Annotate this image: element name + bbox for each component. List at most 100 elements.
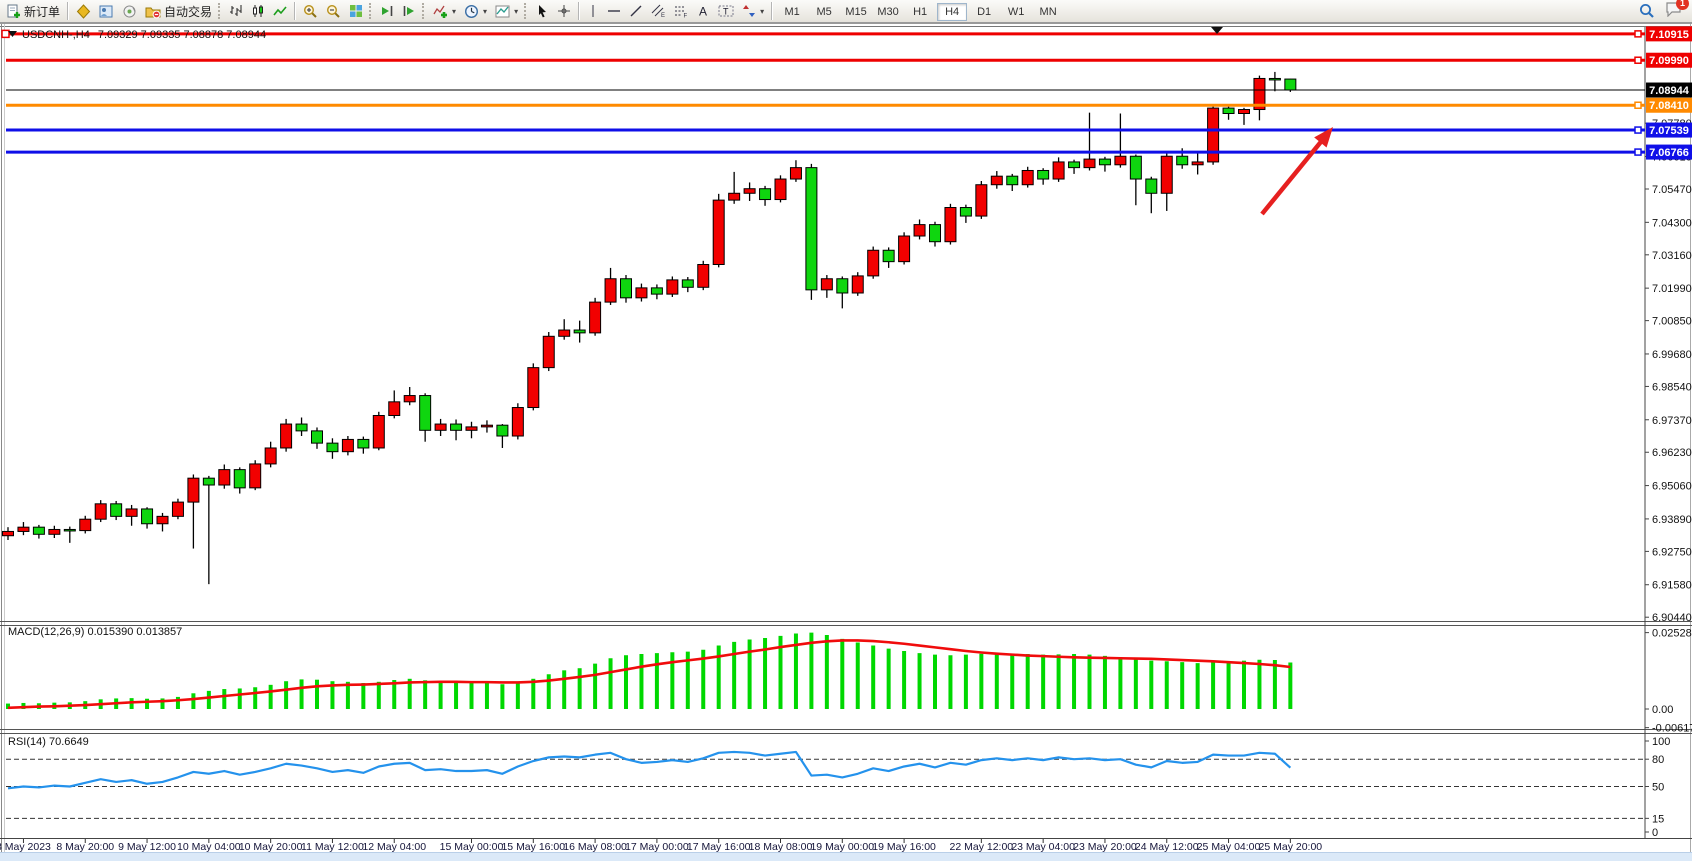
- price-axis-label: 7.00850: [1652, 316, 1692, 328]
- toolbar-separator: [294, 2, 296, 20]
- line-handle[interactable]: [1635, 149, 1641, 155]
- zoom-in-button[interactable]: [299, 1, 322, 21]
- rsi-axis-label: 50: [1652, 782, 1664, 794]
- candle-body: [64, 529, 75, 531]
- price-axis-label: 6.92750: [1652, 546, 1692, 558]
- timeframe-button-h1[interactable]: H1: [905, 3, 935, 21]
- candle-body: [296, 424, 307, 431]
- tile-windows-button[interactable]: [345, 1, 367, 21]
- tile-windows-icon: [349, 4, 363, 18]
- fibonacci-button[interactable]: F: [670, 1, 693, 21]
- arrows-icon: [742, 4, 756, 18]
- price-axis-label: 7.05470: [1652, 184, 1692, 196]
- macd-axis-label: 0.00: [1652, 704, 1673, 716]
- candle-body: [234, 470, 245, 488]
- candle-body: [420, 396, 431, 431]
- new-order-button[interactable]: 新订单: [2, 1, 64, 21]
- auto-scroll-button[interactable]: [398, 1, 420, 21]
- line-handle[interactable]: [1635, 31, 1641, 37]
- candle-body: [1053, 162, 1064, 179]
- candle-body: [95, 504, 106, 519]
- timeframe-button-m30[interactable]: M30: [873, 3, 903, 21]
- candle-body: [729, 193, 740, 200]
- price-axis-label: 6.97370: [1652, 415, 1692, 427]
- rsi-axis-label: 15: [1652, 813, 1664, 825]
- auto-scroll-icon: [402, 4, 416, 18]
- candle-body: [821, 279, 832, 290]
- zoom-out-button[interactable]: [322, 1, 345, 21]
- chart-shift-button[interactable]: [376, 1, 398, 21]
- cursor-button[interactable]: [531, 1, 553, 21]
- candle-body: [1099, 159, 1110, 165]
- candle-body: [3, 531, 14, 535]
- candle-body: [744, 189, 755, 194]
- data-window-button[interactable]: [95, 1, 118, 21]
- indicators-icon: [433, 4, 448, 19]
- candlestick-chart-button[interactable]: [247, 1, 269, 21]
- timeframe-button-mn[interactable]: MN: [1033, 3, 1063, 21]
- autotrading-button[interactable]: 自动交易: [141, 1, 216, 21]
- chart-canvas[interactable]: 7.077807.066107.054707.043007.031607.019…: [0, 0, 1692, 861]
- search-button[interactable]: [1635, 1, 1659, 21]
- symbols-button[interactable]: [72, 1, 95, 21]
- price-axis-label: 6.95060: [1652, 481, 1692, 493]
- timeframe-button-m5[interactable]: M5: [809, 3, 839, 21]
- trendline-button[interactable]: [625, 1, 647, 21]
- price-axis-label: 7.04300: [1652, 217, 1692, 229]
- timeframe-button-w1[interactable]: W1: [1001, 3, 1031, 21]
- timeframe-button-m1[interactable]: M1: [777, 3, 807, 21]
- line-handle[interactable]: [1635, 127, 1641, 133]
- macd-axis-label: 0.025284: [1652, 628, 1692, 640]
- candle-body: [389, 402, 400, 416]
- new-order-icon: [6, 4, 21, 19]
- horizontal-line-button[interactable]: [603, 1, 625, 21]
- periods-button[interactable]: ▾: [460, 1, 491, 21]
- candle-body: [1084, 159, 1095, 168]
- line-chart-icon: [273, 4, 287, 18]
- candle-body: [760, 189, 771, 200]
- candle-body: [960, 208, 971, 217]
- candle-body: [883, 250, 894, 261]
- candle-body: [1208, 108, 1219, 162]
- line-handle[interactable]: [1635, 57, 1641, 63]
- candle-body: [868, 250, 879, 276]
- text-label-button[interactable]: T: [714, 1, 738, 21]
- equidistant-channel-button[interactable]: E: [647, 1, 670, 21]
- candle-body: [404, 396, 415, 402]
- price-axis-label: 6.93890: [1652, 514, 1692, 526]
- templates-icon: [495, 4, 510, 19]
- candle-body: [1223, 108, 1234, 113]
- crosshair-button[interactable]: [553, 1, 575, 21]
- line-handle[interactable]: [2, 30, 9, 37]
- candle-body: [852, 276, 863, 293]
- candle-body: [1130, 156, 1141, 179]
- candle-body: [651, 288, 662, 294]
- navigator-button[interactable]: [118, 1, 141, 21]
- timeframe-button-m15[interactable]: M15: [841, 3, 871, 21]
- price-label-text: 7.10915: [1649, 29, 1689, 41]
- symbol-period-label: USDCNH-,H4: [22, 29, 90, 41]
- toolbar-separator: [67, 2, 69, 20]
- candle-body: [914, 225, 925, 236]
- candle-body: [528, 368, 539, 408]
- bar-chart-button[interactable]: [225, 1, 247, 21]
- candle-body: [497, 425, 508, 436]
- timeframe-button-d1[interactable]: D1: [969, 3, 999, 21]
- vertical-line-button[interactable]: [583, 1, 603, 21]
- chat-button[interactable]: 1: [1665, 1, 1682, 22]
- svg-text:T: T: [723, 7, 729, 17]
- line-chart-button[interactable]: [269, 1, 291, 21]
- candle-body: [790, 168, 801, 179]
- symbols-icon: [76, 4, 91, 19]
- templates-button[interactable]: ▾: [491, 1, 522, 21]
- candle-body: [188, 478, 199, 502]
- indicators-button[interactable]: ▾: [429, 1, 460, 21]
- timeframe-button-h4[interactable]: H4: [937, 3, 967, 21]
- trendline-icon: [629, 4, 643, 18]
- line-handle[interactable]: [1635, 102, 1641, 108]
- candle-body: [49, 529, 60, 534]
- dropdown-arrow-icon: ▾: [760, 7, 764, 16]
- arrows-button[interactable]: ▾: [738, 1, 768, 21]
- text-button[interactable]: A: [693, 1, 714, 21]
- status-strip: [0, 852, 1692, 861]
